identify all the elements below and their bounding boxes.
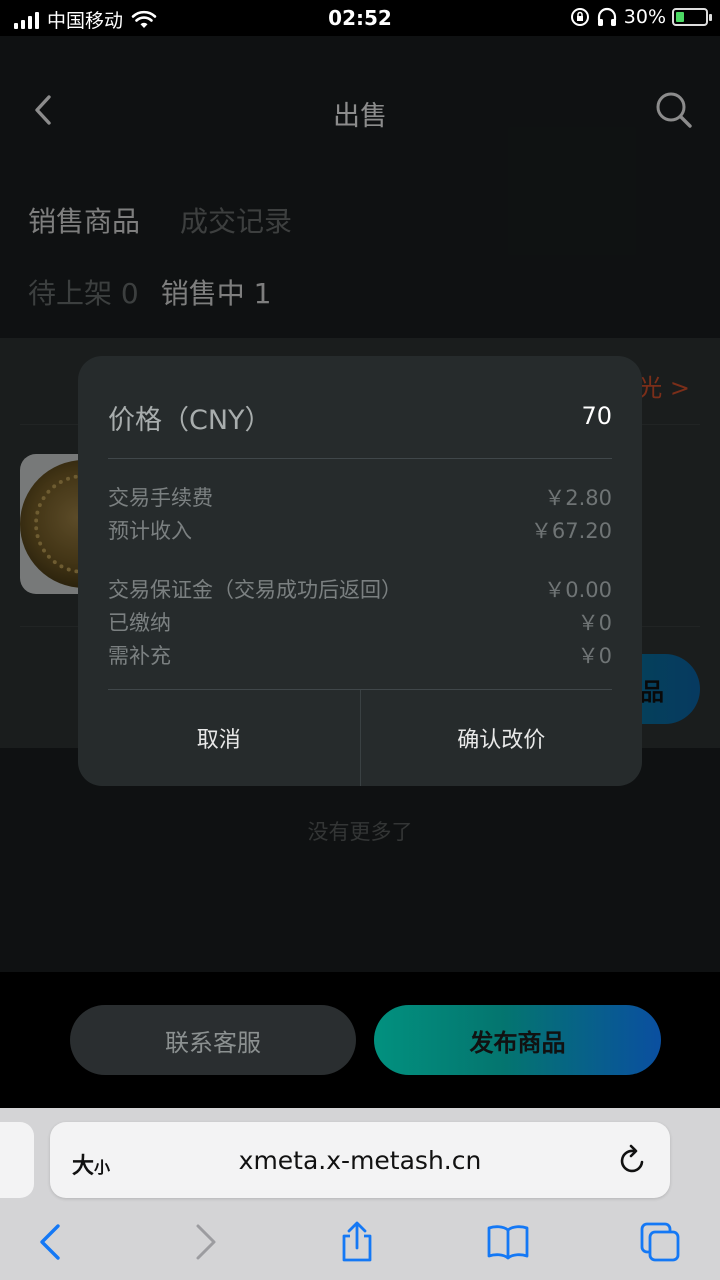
url-text: xmeta.x-metash.cn xyxy=(238,1146,482,1175)
rotation-lock-icon xyxy=(570,8,589,26)
fee-row: 交易手续费 ￥2.80 xyxy=(108,482,612,512)
reload-icon[interactable] xyxy=(618,1144,648,1176)
paid-value: ￥0 xyxy=(577,611,612,635)
confirm-price-button[interactable]: 确认改价 xyxy=(361,690,643,786)
status-bar: 中国移动 02:52 30% xyxy=(0,0,720,36)
previous-tab-peek[interactable] xyxy=(0,1122,34,1198)
topup-value: ￥0 xyxy=(577,644,612,668)
change-price-dialog: 价格（CNY） 70 交易手续费 ￥2.80 预计收入 ￥67.20 交易保证金… xyxy=(78,356,642,786)
browser-forward-icon[interactable] xyxy=(184,1220,228,1264)
tabs-icon[interactable] xyxy=(638,1220,682,1264)
contact-service-label: 联系客服 xyxy=(165,1028,261,1057)
address-bar[interactable]: 大小 xmeta.x-metash.cn xyxy=(50,1122,670,1198)
fee-label: 交易手续费 xyxy=(108,486,213,510)
deposit-row: 交易保证金（交易成功后返回） ￥0.00 xyxy=(108,574,612,604)
income-label: 预计收入 xyxy=(108,519,192,543)
topup-row: 需补充 ￥0 xyxy=(108,640,612,670)
publish-item-button[interactable]: 发布商品 xyxy=(374,1005,661,1075)
share-icon[interactable] xyxy=(335,1220,379,1264)
divider xyxy=(108,458,612,459)
paid-row: 已缴纳 ￥0 xyxy=(108,607,612,637)
cancel-label: 取消 xyxy=(196,728,241,753)
contact-service-button[interactable]: 联系客服 xyxy=(70,1005,356,1075)
browser-toolbar: 大小 xmeta.x-metash.cn xyxy=(0,1108,720,1280)
battery-percent: 30% xyxy=(623,6,666,28)
fee-value: ￥2.80 xyxy=(544,486,612,510)
bookmarks-icon[interactable] xyxy=(486,1220,530,1264)
topup-label: 需补充 xyxy=(108,644,171,668)
bottom-action-bar: 联系客服 发布商品 xyxy=(0,972,720,1108)
cancel-button[interactable]: 取消 xyxy=(78,690,360,786)
status-right: 30% xyxy=(570,6,712,28)
battery-icon xyxy=(672,8,712,26)
price-input[interactable]: 70 xyxy=(581,402,612,430)
app-content: 出售 销售商品 成交记录 待上架 0 销售中 1 光 > 品 没有更多了 联系客… xyxy=(0,36,720,1108)
deposit-label: 交易保证金（交易成功后返回） xyxy=(108,578,402,602)
income-value: ￥67.20 xyxy=(530,519,612,543)
publish-item-label: 发布商品 xyxy=(469,1028,566,1057)
confirm-label: 确认改价 xyxy=(457,728,546,753)
price-label: 价格（CNY） xyxy=(108,405,272,436)
headphones-icon xyxy=(597,7,616,26)
paid-label: 已缴纳 xyxy=(108,611,171,635)
deposit-value: ￥0.00 xyxy=(544,578,612,602)
income-row: 预计收入 ￥67.20 xyxy=(108,515,612,545)
browser-back-icon[interactable] xyxy=(28,1220,72,1264)
dialog-buttons: 取消 确认改价 xyxy=(78,690,642,786)
